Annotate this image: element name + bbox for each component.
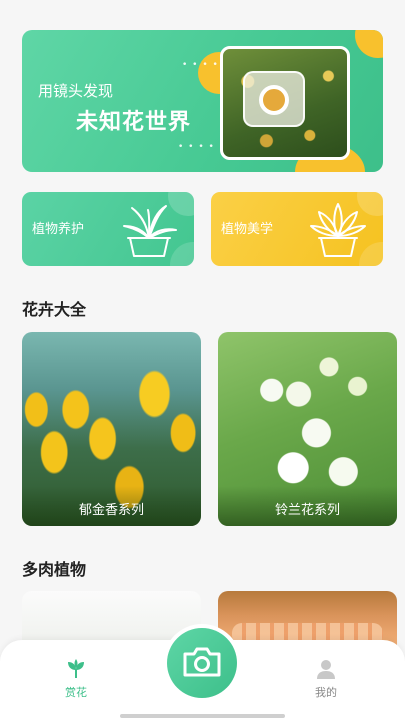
camera-icon bbox=[183, 647, 221, 677]
banner-subtitle: 用镜头发现 bbox=[38, 82, 114, 100]
tab-me[interactable]: 我的 bbox=[296, 658, 356, 700]
category-label: 植物养护 bbox=[32, 222, 85, 237]
decor-circle bbox=[355, 30, 383, 58]
category-plant-care[interactable]: 植物养护 bbox=[22, 192, 194, 266]
section-title-succulents: 多肉植物 bbox=[22, 560, 87, 579]
tab-home-label: 赏花 bbox=[65, 686, 87, 699]
camera-lens bbox=[259, 85, 289, 115]
tab-me-label: 我的 bbox=[315, 686, 337, 699]
banner-photo bbox=[220, 46, 350, 160]
hero-banner[interactable]: • • • • • • • • 用镜头发现 未知花世界 • • • • • • … bbox=[22, 30, 383, 172]
flower-card-tulip[interactable]: 郁金香系列 bbox=[22, 332, 201, 526]
sprout-icon bbox=[68, 659, 84, 678]
user-icon bbox=[317, 660, 335, 679]
banner-title: 未知花世界 bbox=[76, 110, 192, 135]
camera-button[interactable] bbox=[163, 624, 241, 702]
flower-card-lily-of-the-valley[interactable]: 铃兰花系列 bbox=[218, 332, 397, 526]
instant-camera-image bbox=[243, 71, 305, 127]
home-indicator bbox=[120, 714, 285, 718]
category-plant-aesthetics[interactable]: 植物美学 bbox=[211, 192, 383, 266]
section-title-flowers: 花卉大全 bbox=[22, 300, 87, 319]
category-label: 植物美学 bbox=[221, 222, 274, 237]
flower-card-caption: 铃兰花系列 bbox=[218, 486, 397, 526]
flower-card-caption: 郁金香系列 bbox=[22, 486, 201, 526]
succulent-pot-icon bbox=[310, 203, 366, 257]
tab-home[interactable]: 赏花 bbox=[46, 658, 106, 700]
potted-plant-icon bbox=[123, 205, 177, 257]
